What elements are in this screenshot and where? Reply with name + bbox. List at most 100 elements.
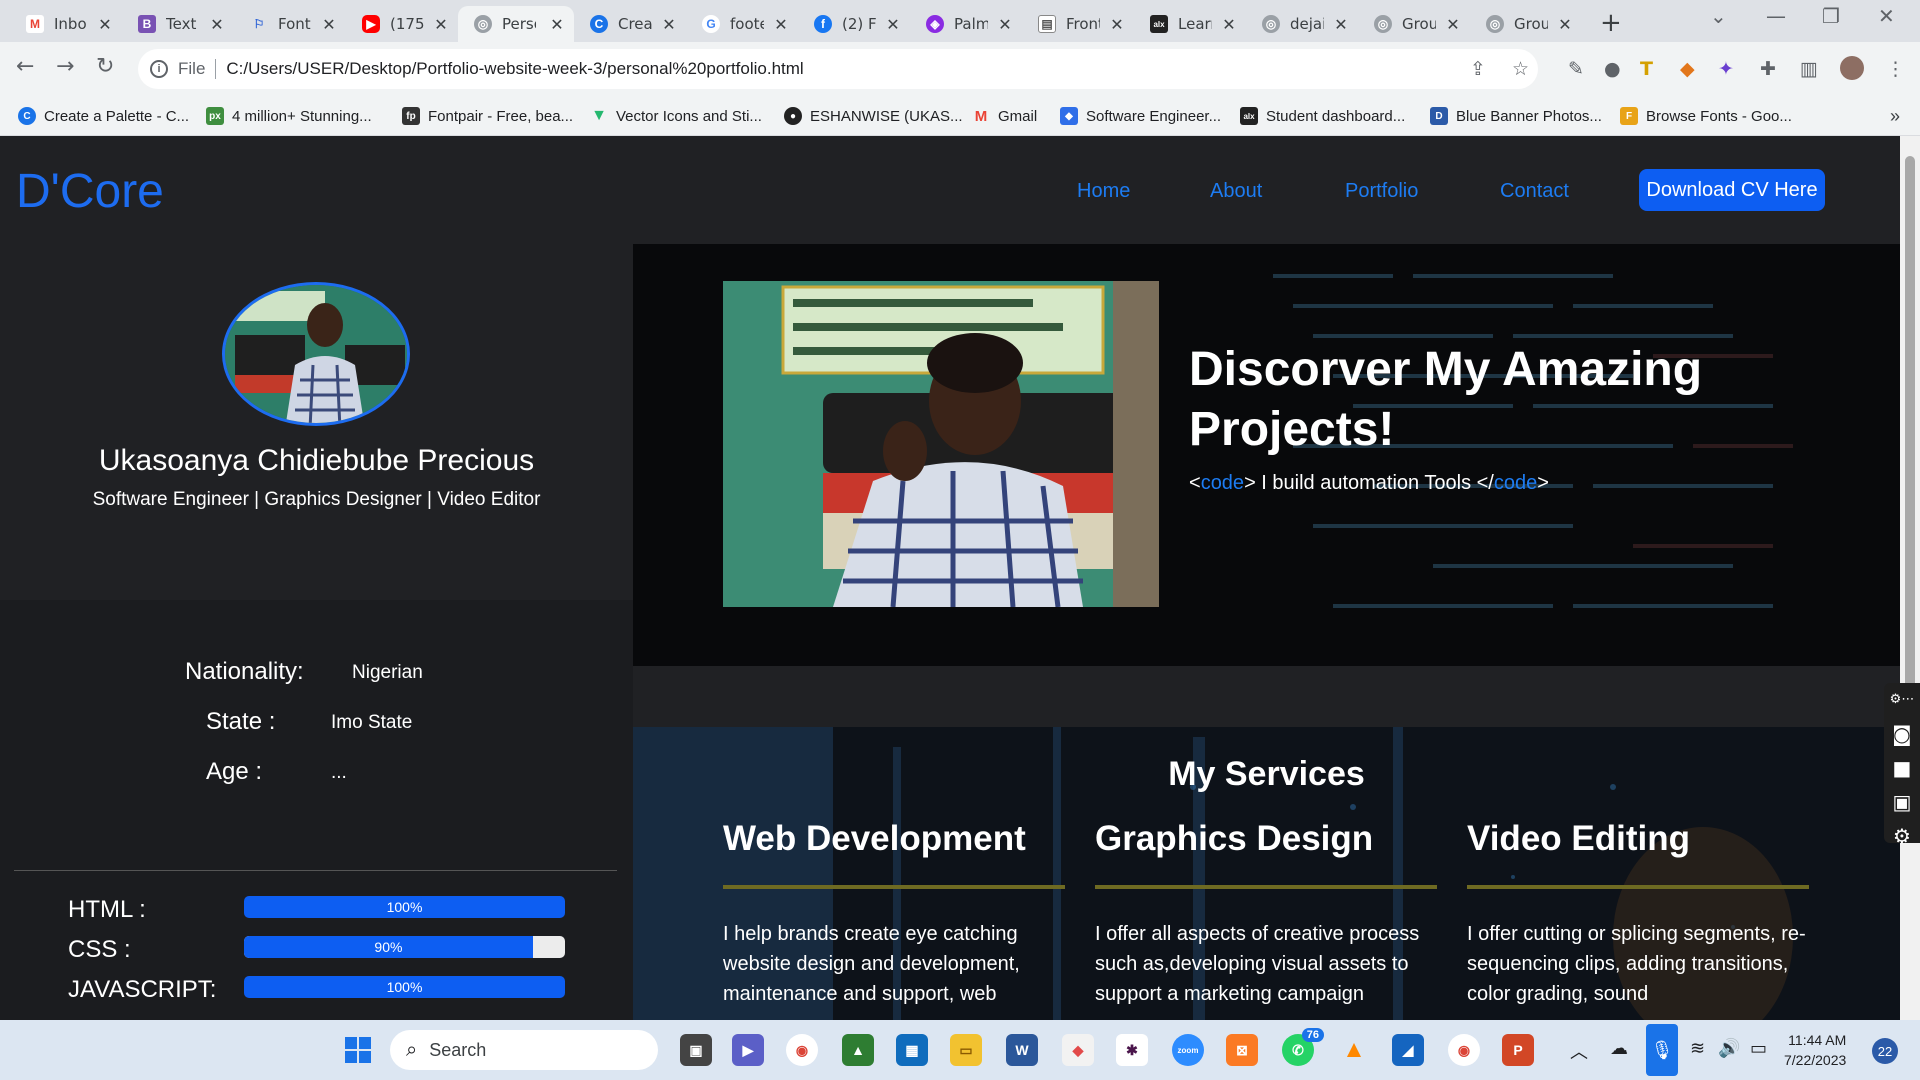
info-icon[interactable]: i: [150, 60, 168, 78]
image-editor-icon[interactable]: ▲: [842, 1034, 874, 1066]
page-scrollbar[interactable]: [1900, 136, 1920, 1020]
close-icon[interactable]: ✕: [660, 15, 678, 34]
whatsapp-icon[interactable]: ✆ 76: [1282, 1028, 1324, 1066]
bookmark-item[interactable]: F Browse Fonts - Goo...: [1620, 107, 1792, 125]
profile-avatar[interactable]: [1840, 56, 1864, 80]
bookmark-item[interactable]: ● ESHANWISE (UKAS...: [784, 107, 963, 125]
close-icon[interactable]: ✕: [1108, 15, 1126, 34]
bookmark-item[interactable]: alx Student dashboard...: [1240, 107, 1405, 125]
close-icon[interactable]: ✕: [1332, 15, 1350, 34]
reload-icon[interactable]: ↻: [96, 54, 114, 79]
onedrive-icon[interactable]: ☁: [1610, 1038, 1628, 1059]
tab-frontend[interactable]: ▤ Front ✕: [1022, 6, 1134, 42]
taskbar-search[interactable]: ⌕ Search: [390, 1030, 658, 1070]
bookmark-item[interactable]: ▼ Vector Icons and Sti...: [590, 107, 762, 125]
minimize-icon[interactable]: —: [1766, 4, 1786, 28]
zoom-icon[interactable]: zoom: [1172, 1034, 1204, 1066]
tab-google-search[interactable]: G foote ✕: [686, 6, 798, 42]
wifi-icon[interactable]: ≋: [1690, 1038, 1705, 1059]
close-icon[interactable]: ✕: [1444, 15, 1462, 34]
close-icon[interactable]: ✕: [96, 15, 114, 34]
battery-icon[interactable]: ▭: [1750, 1038, 1767, 1059]
close-icon[interactable]: ✕: [548, 15, 566, 34]
window-close-icon[interactable]: ✕: [1878, 4, 1895, 28]
word-icon[interactable]: W: [1006, 1034, 1038, 1066]
tab-group-2[interactable]: ◎ Grou ✕: [1470, 6, 1582, 42]
extension-mouse-icon[interactable]: ●: [1604, 58, 1621, 80]
close-icon[interactable]: ✕: [208, 15, 226, 34]
tab-coolors[interactable]: C Crea ✕: [574, 6, 686, 42]
back-icon[interactable]: ←: [16, 54, 34, 79]
bookmark-star-icon[interactable]: ☆: [1512, 58, 1529, 80]
tab-personal-portfolio[interactable]: ◎ Perso ✕: [458, 6, 574, 42]
tab-gmail[interactable]: M Inbo ✕: [10, 6, 122, 42]
extension-t-icon[interactable]: T: [1640, 58, 1653, 80]
close-icon[interactable]: ✕: [1220, 15, 1238, 34]
slack-icon[interactable]: ✱: [1116, 1034, 1148, 1066]
capture-menu-icon[interactable]: ⚙⋯: [1884, 683, 1920, 717]
url-text[interactable]: C:/Users/USER/Desktop/Portfolio-website-…: [226, 59, 803, 79]
teams-chat-icon[interactable]: ▶: [732, 1034, 764, 1066]
close-icon[interactable]: ✕: [772, 15, 790, 34]
window-icon[interactable]: ▣: [1884, 785, 1920, 819]
forward-icon[interactable]: →: [56, 54, 74, 79]
bookmark-item[interactable]: D Blue Banner Photos...: [1430, 107, 1602, 125]
address-bar[interactable]: i File C:/Users/USER/Desktop/Portfolio-w…: [138, 49, 1538, 89]
chrome-profile-icon[interactable]: ◉: [1448, 1034, 1480, 1066]
whatsapp-badge: 76: [1301, 1028, 1324, 1042]
vlc-icon[interactable]: ▲: [1338, 1034, 1370, 1066]
video-camera-icon[interactable]: ■: [1884, 751, 1920, 785]
close-icon[interactable]: ✕: [884, 15, 902, 34]
tray-overflow-icon[interactable]: ︿: [1570, 1038, 1588, 1064]
powerpoint-icon[interactable]: P: [1502, 1034, 1534, 1066]
microsoft-store-icon[interactable]: ▦: [896, 1034, 928, 1066]
file-explorer-icon[interactable]: ▭: [950, 1034, 982, 1066]
xampp-icon[interactable]: ⊠: [1226, 1034, 1258, 1066]
extension-pen-icon[interactable]: ✎: [1568, 58, 1584, 80]
tab-search-icon[interactable]: ⌄: [1710, 4, 1727, 28]
new-tab-button[interactable]: +: [1600, 8, 1622, 38]
system-clock[interactable]: 11:44 AM 7/22/2023: [1784, 1030, 1846, 1070]
task-view-icon[interactable]: ▣: [680, 1034, 712, 1066]
tab-facebook[interactable]: f (2) F ✕: [798, 6, 910, 42]
tab-palm[interactable]: ◈ Palm ✕: [910, 6, 1022, 42]
nav-portfolio[interactable]: Portfolio: [1345, 180, 1418, 203]
tab-bootstrap[interactable]: B Text ✕: [122, 6, 234, 42]
nav-home[interactable]: Home: [1077, 180, 1130, 203]
bookmark-item[interactable]: ◆ Software Engineer...: [1060, 107, 1221, 125]
close-icon[interactable]: ✕: [996, 15, 1014, 34]
notification-badge[interactable]: 22: [1872, 1038, 1898, 1064]
camera-icon[interactable]: ◙: [1884, 717, 1920, 751]
share-icon[interactable]: ⇪: [1470, 58, 1486, 80]
metamask-icon[interactable]: ◆: [1680, 58, 1695, 80]
bookmark-item[interactable]: fp Fontpair - Free, bea...: [402, 107, 573, 125]
settings-icon[interactable]: ⚙: [1884, 819, 1920, 853]
photos-icon[interactable]: ◢: [1392, 1034, 1424, 1066]
site-logo[interactable]: D'Core: [16, 164, 164, 219]
close-icon[interactable]: ✕: [320, 15, 338, 34]
chrome-icon[interactable]: ◉: [786, 1034, 818, 1066]
close-icon[interactable]: ✕: [1556, 15, 1574, 34]
tab-fonts[interactable]: ⚐ Font ✕: [234, 6, 346, 42]
nav-contact[interactable]: Contact: [1500, 180, 1569, 203]
bookmarks-overflow-button[interactable]: »: [1890, 106, 1900, 127]
tab-alx[interactable]: alx Learr ✕: [1134, 6, 1246, 42]
tab-youtube[interactable]: ▶ (175 ✕: [346, 6, 458, 42]
volume-icon[interactable]: 🔊: [1718, 1038, 1740, 1059]
extension-purple-icon[interactable]: ✦: [1718, 58, 1734, 80]
microphone-icon[interactable]: 🎙: [1646, 1024, 1678, 1076]
bookmark-item[interactable]: C Create a Palette - C...: [18, 107, 189, 125]
close-icon[interactable]: ✕: [432, 15, 450, 34]
side-panel-icon[interactable]: ▥: [1800, 58, 1818, 80]
figma-icon[interactable]: ◆: [1062, 1034, 1094, 1066]
restore-icon[interactable]: ❐: [1822, 4, 1840, 28]
nav-about[interactable]: About: [1210, 180, 1262, 203]
tab-dejai[interactable]: ◎ dejai ✕: [1246, 6, 1358, 42]
extensions-puzzle-icon[interactable]: ✚: [1760, 58, 1776, 80]
download-cv-button[interactable]: Download CV Here: [1639, 169, 1825, 211]
bookmark-item[interactable]: px 4 million+ Stunning...: [206, 107, 372, 125]
menu-icon[interactable]: ⋮: [1886, 58, 1905, 80]
windows-start-icon[interactable]: [342, 1034, 374, 1066]
bookmark-item[interactable]: M Gmail: [972, 107, 1037, 125]
tab-group-1[interactable]: ◎ Grou ✕: [1358, 6, 1470, 42]
